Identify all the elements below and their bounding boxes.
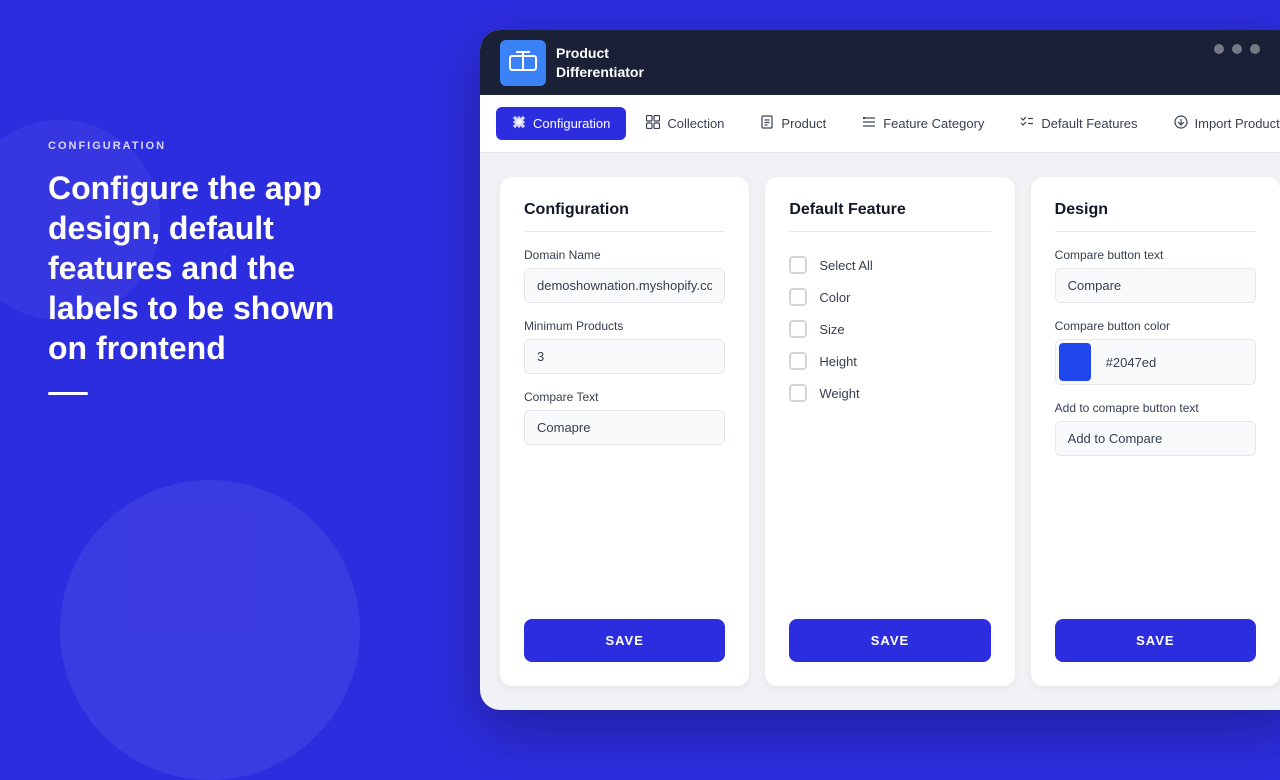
checkbox-color[interactable] xyxy=(789,288,807,306)
design-card: Design Compare button text Compare butto… xyxy=(1031,177,1280,686)
select-all-label: Select All xyxy=(819,258,872,273)
color-hex-input[interactable] xyxy=(1094,346,1255,379)
configuration-card: Configuration Domain Name Minimum Produc… xyxy=(500,177,749,686)
compare-btn-color-group: Compare button color xyxy=(1055,319,1256,385)
product-icon xyxy=(760,115,774,132)
compare-text-label: Compare Text xyxy=(524,390,725,404)
domain-name-group: Domain Name xyxy=(524,248,725,303)
logo-icon xyxy=(500,40,546,86)
nav-tabs: Configuration Collection xyxy=(480,95,1280,153)
tab-product-label: Product xyxy=(781,116,826,131)
feature-list: Select All Color Size Height Weight xyxy=(789,256,990,619)
tab-feature-category-label: Feature Category xyxy=(883,116,984,131)
tab-collection-label: Collection xyxy=(667,116,724,131)
add-compare-label: Add to comapre button text xyxy=(1055,401,1256,415)
tab-feature-category[interactable]: Feature Category xyxy=(846,107,1000,140)
feature-item-height: Height xyxy=(789,352,990,370)
size-label: Size xyxy=(819,322,844,337)
left-panel: CONFIGURATION Configure the app design, … xyxy=(48,140,358,395)
min-products-input[interactable] xyxy=(524,339,725,374)
checkbox-select-all[interactable] xyxy=(789,256,807,274)
feature-item-weight: Weight xyxy=(789,384,990,402)
add-compare-input[interactable] xyxy=(1055,421,1256,456)
color-label: Color xyxy=(819,290,850,305)
configuration-icon xyxy=(512,115,526,132)
feature-item-select-all: Select All xyxy=(789,256,990,274)
compare-btn-text-label: Compare button text xyxy=(1055,248,1256,262)
domain-name-label: Domain Name xyxy=(524,248,725,262)
color-swatch[interactable] xyxy=(1059,343,1091,381)
bg-decoration-circle1 xyxy=(60,480,360,780)
min-products-label: Minimum Products xyxy=(524,319,725,333)
import-products-icon xyxy=(1174,115,1188,132)
heading-divider xyxy=(48,392,88,395)
tab-import-products-label: Import Products xyxy=(1195,116,1280,131)
app-header: Product Differentiator xyxy=(480,30,1280,95)
tab-collection[interactable]: Collection xyxy=(630,107,740,140)
checkbox-size[interactable] xyxy=(789,320,807,338)
window-dots xyxy=(1214,44,1260,54)
app-window: Product Differentiator Configuration xyxy=(480,30,1280,710)
window-dot-3 xyxy=(1250,44,1260,54)
tab-default-features-label: Default Features xyxy=(1041,116,1137,131)
tab-product[interactable]: Product xyxy=(744,107,842,140)
feature-item-color: Color xyxy=(789,288,990,306)
weight-label: Weight xyxy=(819,386,859,401)
color-input-wrapper xyxy=(1055,339,1256,385)
feature-category-icon xyxy=(862,115,876,132)
collection-icon xyxy=(646,115,660,132)
design-save-button[interactable]: SAVE xyxy=(1055,619,1256,662)
window-dot-2 xyxy=(1232,44,1242,54)
compare-btn-text-input[interactable] xyxy=(1055,268,1256,303)
default-feature-card: Default Feature Select All Color Size He… xyxy=(765,177,1014,686)
checkbox-weight[interactable] xyxy=(789,384,807,402)
section-heading: Configure the app design, default featur… xyxy=(48,168,358,368)
app-logo: Product Differentiator xyxy=(500,40,644,86)
add-compare-group: Add to comapre button text xyxy=(1055,401,1256,456)
config-card-title: Configuration xyxy=(524,201,725,232)
tab-configuration-label: Configuration xyxy=(533,116,610,131)
feature-save-button[interactable]: SAVE xyxy=(789,619,990,662)
window-dot-1 xyxy=(1214,44,1224,54)
compare-btn-text-group: Compare button text xyxy=(1055,248,1256,303)
section-label: CONFIGURATION xyxy=(48,140,358,152)
compare-text-input[interactable] xyxy=(524,410,725,445)
domain-name-input[interactable] xyxy=(524,268,725,303)
config-save-button[interactable]: SAVE xyxy=(524,619,725,662)
design-card-title: Design xyxy=(1055,201,1256,232)
compare-text-group: Compare Text xyxy=(524,390,725,445)
min-products-group: Minimum Products xyxy=(524,319,725,374)
logo-text: Product Differentiator xyxy=(556,44,644,80)
tab-configuration[interactable]: Configuration xyxy=(496,107,626,140)
default-features-icon xyxy=(1020,115,1034,132)
default-feature-card-title: Default Feature xyxy=(789,201,990,232)
tab-import-products[interactable]: Import Products xyxy=(1158,107,1280,140)
checkbox-height[interactable] xyxy=(789,352,807,370)
height-label: Height xyxy=(819,354,857,369)
feature-item-size: Size xyxy=(789,320,990,338)
compare-btn-color-label: Compare button color xyxy=(1055,319,1256,333)
tab-default-features[interactable]: Default Features xyxy=(1004,107,1153,140)
main-content: Configuration Domain Name Minimum Produc… xyxy=(480,153,1280,710)
